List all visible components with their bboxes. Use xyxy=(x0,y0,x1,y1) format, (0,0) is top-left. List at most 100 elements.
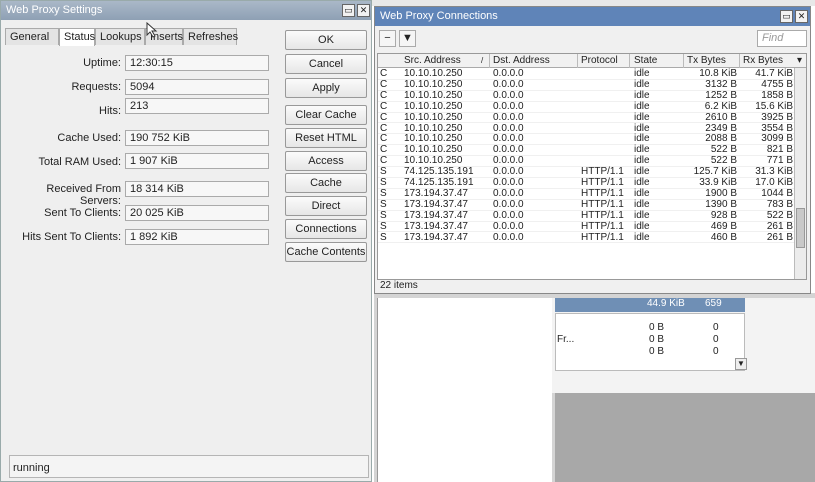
cell-rx-bytes: 261 B xyxy=(766,231,793,243)
table-row[interactable]: C 10.10.10.250 0.0.0.0 idle 2610 B 3925 B xyxy=(378,111,796,124)
col-src-address[interactable]: Src. Address xyxy=(404,55,461,66)
cancel-button[interactable]: Cancel xyxy=(285,54,367,74)
tab-lookups[interactable]: Lookups xyxy=(95,28,145,45)
background-list-pane xyxy=(377,298,552,482)
scrollbar-thumb[interactable] xyxy=(796,208,805,248)
settings-titlebar[interactable]: Web Proxy Settings ▭ ✕ xyxy=(1,1,371,20)
restore-icon[interactable]: ▭ xyxy=(342,4,355,17)
cell-row-type: C xyxy=(380,111,388,123)
connections-title: Web Proxy Connections xyxy=(380,10,498,22)
col-protocol[interactable]: Protocol xyxy=(581,55,618,66)
cell-src-address: 10.10.10.250 xyxy=(404,111,463,123)
cell-state: idle xyxy=(634,220,650,232)
col-rx-bytes[interactable]: Rx Bytes xyxy=(743,55,783,66)
table-header: Src. Address / Dst. Address Protocol Sta… xyxy=(378,54,806,68)
hits-sent-to-clients-label: Hits Sent To Clients: xyxy=(22,231,121,243)
cell-dst-address: 0.0.0.0 xyxy=(493,209,524,221)
find-input[interactable]: Find xyxy=(757,30,807,47)
background-table: 0 B 0 Fr... 0 B 0 0 B 0 xyxy=(555,313,745,371)
ok-button[interactable]: OK xyxy=(285,30,367,50)
cell-rx-bytes: 15.6 KiB xyxy=(755,100,793,112)
cell-dst-address: 0.0.0.0 xyxy=(493,220,524,232)
clear-cache-button[interactable]: Clear Cache xyxy=(285,105,367,125)
received-from-servers-field: 18 314 KiB xyxy=(125,181,269,197)
web-proxy-settings-window: Web Proxy Settings ▭ ✕ General Status Lo… xyxy=(0,0,372,482)
sent-to-clients-label: Sent To Clients: xyxy=(44,207,121,219)
cell-state: idle xyxy=(634,231,650,243)
column-divider xyxy=(489,54,490,68)
settings-status-bar: running xyxy=(9,455,369,478)
connections-table: Src. Address / Dst. Address Protocol Sta… xyxy=(377,53,807,280)
cell-protocol: HTTP/1.1 xyxy=(581,220,624,232)
close-icon[interactable]: ✕ xyxy=(795,10,808,23)
cell-protocol: HTTP/1.1 xyxy=(581,209,624,221)
cell-row-type: C xyxy=(380,100,388,112)
background-scroll-arrow-icon[interactable]: ▼ xyxy=(735,358,747,370)
cell-tx-bytes: 6.2 KiB xyxy=(704,100,737,112)
cell-state: idle xyxy=(634,111,650,123)
cell-tx-bytes: 2610 B xyxy=(705,111,737,123)
table-row[interactable]: S 173.194.37.47 0.0.0.0 HTTP/1.1 idle 460 B 26… xyxy=(378,231,796,244)
connections-button[interactable]: Connections xyxy=(285,219,367,239)
tab-status[interactable]: Status xyxy=(59,28,95,46)
col-tx-bytes[interactable]: Tx Bytes xyxy=(687,55,726,66)
total-ram-used-field: 1 907 KiB xyxy=(125,153,269,169)
background-header-value2: 659 xyxy=(705,298,722,309)
connections-toolbar: − ▼ Find xyxy=(375,26,810,54)
items-count: 22 items xyxy=(380,280,418,291)
background-cell: 0 B xyxy=(649,322,665,333)
table-row[interactable]: C 10.10.10.250 0.0.0.0 idle 6.2 KiB 15.6 KiB xyxy=(378,100,796,113)
cell-dst-address: 0.0.0.0 xyxy=(493,100,524,112)
cell-src-address: 173.194.37.47 xyxy=(404,220,468,232)
cell-rx-bytes: 3925 B xyxy=(761,111,793,123)
background-table-header: 44.9 KiB 659 xyxy=(555,298,745,312)
uptime-label: Uptime: xyxy=(83,57,121,69)
access-button[interactable]: Access xyxy=(285,151,367,171)
cell-state: idle xyxy=(634,100,650,112)
cell-row-type: S xyxy=(380,209,387,221)
cell-src-address: 173.194.37.47 xyxy=(404,209,468,221)
cell-tx-bytes: 469 B xyxy=(710,220,737,232)
direct-button[interactable]: Direct xyxy=(285,196,367,216)
col-dst-address[interactable]: Dst. Address xyxy=(493,55,550,66)
background-empty-area xyxy=(555,393,815,482)
hits-label: Hits: xyxy=(99,105,121,117)
table-row[interactable]: S 173.194.37.47 0.0.0.0 HTTP/1.1 idle 928 B 52… xyxy=(378,209,796,222)
filter-icon[interactable]: ▼ xyxy=(399,30,416,47)
apply-button[interactable]: Apply xyxy=(285,78,367,98)
background-header-value: 44.9 KiB xyxy=(647,298,685,309)
cache-button[interactable]: Cache xyxy=(285,173,367,193)
mouse-cursor-icon xyxy=(146,22,158,38)
cell-dst-address: 0.0.0.0 xyxy=(493,111,524,123)
background-fragment-text: Fr... xyxy=(557,334,575,345)
tab-general[interactable]: General xyxy=(5,28,59,45)
column-divider xyxy=(629,54,630,68)
vertical-scrollbar[interactable] xyxy=(794,68,806,279)
settings-title: Web Proxy Settings xyxy=(6,4,103,16)
column-divider xyxy=(739,54,740,68)
close-icon[interactable]: ✕ xyxy=(357,4,370,17)
cache-contents-button[interactable]: Cache Contents xyxy=(285,242,367,262)
col-state[interactable]: State xyxy=(634,55,657,66)
cell-state: idle xyxy=(634,209,650,221)
column-menu-icon[interactable]: ▾ xyxy=(797,55,802,66)
sort-icon: / xyxy=(481,56,484,65)
restore-icon[interactable]: ▭ xyxy=(780,10,793,23)
remove-icon[interactable]: − xyxy=(379,30,396,47)
background-cell: 0 xyxy=(713,334,719,345)
cell-row-type: S xyxy=(380,231,387,243)
cell-src-address: 173.194.37.47 xyxy=(404,231,468,243)
total-ram-used-label: Total RAM Used: xyxy=(38,156,121,168)
tab-refreshes[interactable]: Refreshes xyxy=(183,28,238,45)
cache-used-label: Cache Used: xyxy=(57,132,121,144)
sent-to-clients-field: 20 025 KiB xyxy=(125,205,269,221)
reset-html-button[interactable]: Reset HTML xyxy=(285,128,367,148)
background-row: 0 B 0 xyxy=(556,322,744,333)
table-row[interactable]: S 173.194.37.47 0.0.0.0 HTTP/1.1 idle 469 B 26… xyxy=(378,220,796,233)
background-row: 0 B 0 xyxy=(556,346,744,357)
cell-tx-bytes: 460 B xyxy=(710,231,737,243)
cell-rx-bytes: 261 B xyxy=(766,220,793,232)
connections-titlebar[interactable]: Web Proxy Connections ▭ ✕ xyxy=(375,7,810,26)
background-cell: 0 xyxy=(713,346,719,357)
hits-field: 213 xyxy=(125,98,269,114)
